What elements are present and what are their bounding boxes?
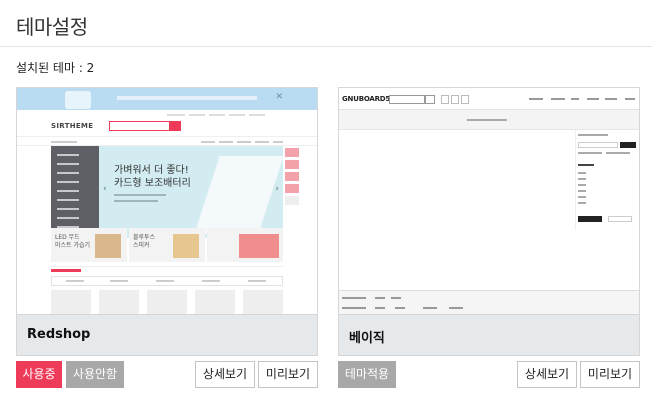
- hero-headline: 가벼워서 더 좋다! 카드형 보조배터리: [114, 165, 191, 189]
- chevron-left-icon: ‹: [103, 184, 107, 194]
- theme-thumbnail-redshop[interactable]: ✕ SIRTHEME 가벼워서 더 좋다! 카드형 보조배터리 ‹ › LED …: [17, 88, 317, 314]
- section-tag: [51, 269, 81, 272]
- theme-card-redshop: ✕ SIRTHEME 가벼워서 더 좋다! 카드형 보조배터리 ‹ › LED …: [16, 87, 318, 356]
- in-use-button[interactable]: 사용중: [16, 361, 62, 388]
- thumbnail-logo: GNUBOARD5: [342, 95, 391, 103]
- theme-name: 베이직: [339, 314, 639, 355]
- thumbnail-footer: [339, 290, 639, 314]
- banner-text: [117, 96, 257, 100]
- thumbnail-login-box: [575, 130, 637, 230]
- close-icon: ✕: [275, 92, 283, 102]
- apply-theme-button[interactable]: 테마적용: [338, 361, 396, 388]
- hero-product-image: [194, 156, 284, 234]
- thumbnail-side-items: [285, 148, 299, 218]
- thumbnail-util-links: [17, 110, 317, 120]
- thumbnail-hero: 가벼워서 더 좋다! 카드형 보조배터리 ‹ ›: [99, 146, 284, 238]
- title-divider: [0, 46, 652, 47]
- thumbnail-top-banner: ✕: [17, 88, 317, 110]
- installed-theme-count: 설치된 테마 : 2: [16, 61, 95, 75]
- thumbnail-promo-row: LED 무드 미스트 가습기 블루투스 스피커: [51, 228, 283, 262]
- detail-button[interactable]: 상세보기: [517, 361, 577, 388]
- preview-button[interactable]: 미리보기: [258, 361, 318, 388]
- promo-label: LED 무드 미스트 가습기: [55, 234, 91, 249]
- theme-name: Redshop: [17, 314, 317, 355]
- promo-label: 블루투스 스피커: [133, 234, 156, 249]
- thumbnail-search: [389, 95, 425, 104]
- chevron-right-icon: ›: [275, 184, 279, 194]
- theme-card-basic: GNUBOARD5 베이직: [338, 87, 640, 356]
- thumbnail-logo: SIRTHEME: [51, 122, 94, 130]
- thumbnail-category-list: [51, 146, 99, 238]
- thumbnail-menu: [17, 136, 317, 146]
- banner-image: [65, 91, 91, 109]
- thumbnail-products: [51, 290, 283, 314]
- theme-thumbnail-basic[interactable]: GNUBOARD5: [339, 88, 639, 314]
- detail-button[interactable]: 상세보기: [195, 361, 255, 388]
- thumbnail-search-button: [169, 121, 181, 131]
- thumbnail-header: GNUBOARD5: [339, 88, 639, 110]
- thumbnail-tabs: [51, 276, 283, 286]
- disable-theme-button[interactable]: 사용안함: [66, 361, 124, 388]
- thumbnail-search-button: [425, 95, 435, 104]
- thumbnail-notice-bar: [339, 110, 639, 130]
- preview-button[interactable]: 미리보기: [580, 361, 640, 388]
- page-title: 테마설정: [16, 15, 88, 39]
